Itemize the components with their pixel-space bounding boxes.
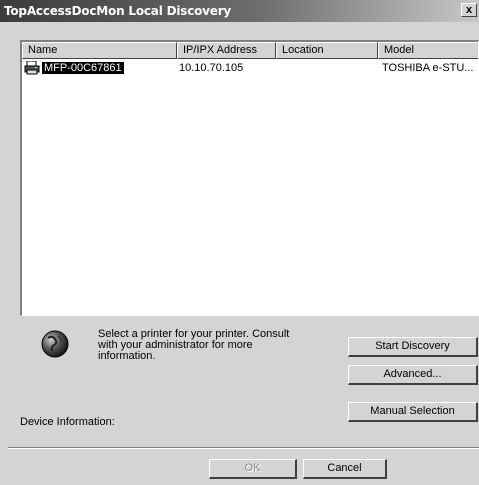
list-header: Name IP/IPX Address Location Model (22, 42, 478, 59)
info-message: Select a printer for your printer. Consu… (98, 328, 290, 362)
device-information-label: Device Information: (20, 416, 115, 428)
column-header-model[interactable]: Model (378, 42, 478, 59)
window-title: TopAccessDocMon Local Discovery (4, 4, 232, 18)
column-header-name[interactable]: Name (22, 42, 177, 59)
close-icon: x (465, 4, 473, 16)
ok-button[interactable]: OK (209, 459, 297, 479)
printer-model: TOSHIBA e-STU... (382, 62, 474, 74)
cancel-button[interactable]: Cancel (303, 459, 387, 479)
printer-icon (24, 61, 40, 75)
close-button[interactable]: x (461, 3, 477, 17)
column-header-location[interactable]: Location (276, 42, 378, 59)
start-discovery-button[interactable]: Start Discovery (348, 337, 478, 357)
printer-ip: 10.10.70.105 (179, 62, 244, 74)
advanced-button[interactable]: Advanced... (348, 365, 478, 385)
printer-name: MFP-00C67861 (42, 62, 124, 74)
manual-selection-button[interactable]: Manual Selection (348, 402, 478, 422)
printer-list[interactable]: Name IP/IPX Address Location Model MFP-0… (20, 40, 479, 316)
divider (8, 447, 479, 449)
column-header-ip[interactable]: IP/IPX Address (177, 42, 276, 59)
globe-icon (41, 330, 69, 358)
title-bar: TopAccessDocMon Local Discovery x (0, 0, 479, 22)
list-item[interactable]: MFP-00C67861 10.10.70.105 TOSHIBA e-STU.… (22, 60, 478, 76)
